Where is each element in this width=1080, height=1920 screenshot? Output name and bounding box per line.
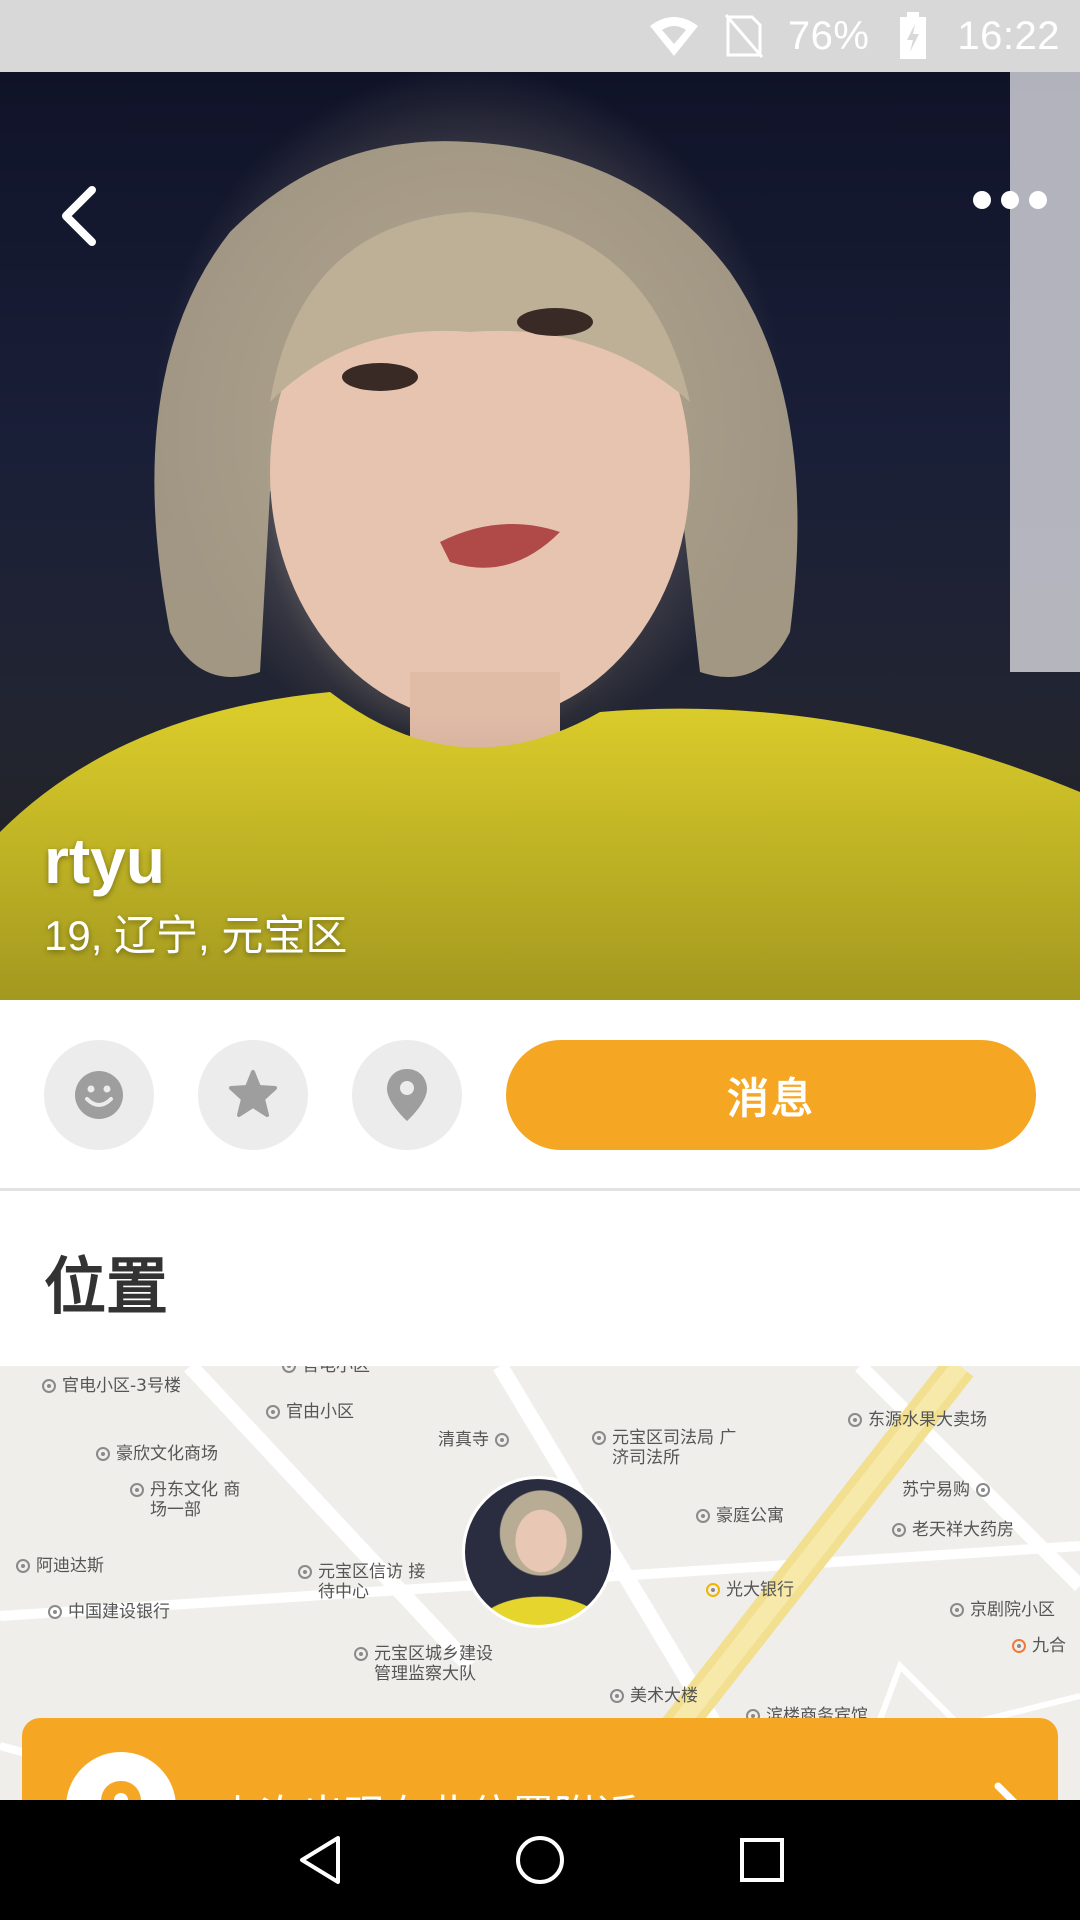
nav-home-button[interactable]: [512, 1832, 568, 1888]
avatar[interactable]: [462, 1476, 614, 1628]
map-label: 老天祥大药房: [892, 1520, 1014, 1540]
map-label: 九合: [1012, 1636, 1066, 1656]
map-label: 东源水果大卖场: [848, 1410, 987, 1430]
nav-back-icon: [300, 1836, 340, 1884]
nav-recents-button[interactable]: [734, 1832, 790, 1888]
map-label: 光大银行: [706, 1580, 794, 1600]
map-label: 元宝区城乡建设 管理监察大队: [354, 1644, 514, 1684]
status-bar: 76% 16:22: [0, 0, 1080, 72]
map-label: 元宝区司法局 广济司法所: [592, 1428, 752, 1468]
map-label: 清真寺: [438, 1430, 509, 1450]
no-sim-icon: [718, 10, 770, 62]
map-label: 官电小区-3号楼: [42, 1376, 181, 1396]
profile-name: rtyu: [44, 825, 165, 897]
profile-meta: 19, 辽宁, 元宝区: [44, 912, 348, 959]
star-icon: [229, 1070, 277, 1117]
nav-back-button[interactable]: [292, 1832, 348, 1888]
map-label: 丹东文化 商场一部: [130, 1480, 250, 1520]
map-label: 官由小区: [266, 1402, 354, 1422]
message-button[interactable]: 消息: [506, 1040, 1036, 1150]
map-label: 豪庭公寓: [696, 1506, 784, 1526]
battery-percent: 76%: [787, 13, 870, 58]
favorite-button[interactable]: [198, 1040, 308, 1150]
map-label: 元宝区信访 接待中心: [298, 1562, 428, 1602]
nav-home-icon: [516, 1836, 564, 1884]
smile-button[interactable]: [44, 1040, 154, 1150]
battery-charging-icon: [887, 10, 939, 62]
map-label: 美术大楼: [610, 1686, 698, 1706]
action-row: 消息: [0, 1000, 1080, 1188]
more-button[interactable]: [970, 180, 1050, 220]
location-pin-icon: [387, 1069, 427, 1121]
location-title: 位置: [44, 1250, 169, 1323]
nav-recents-icon: [740, 1838, 784, 1882]
navigation-bar: [0, 1800, 1080, 1920]
map-label: 苏宁易购: [902, 1480, 990, 1500]
location-button[interactable]: [352, 1040, 462, 1150]
map-label: 京剧院小区: [950, 1600, 1055, 1620]
divider: [0, 1188, 1080, 1191]
profile-photo[interactable]: rtyu 19, 辽宁, 元宝区: [0, 72, 1080, 1000]
clock: 16:22: [957, 13, 1060, 58]
map-label: 豪欣文化商场: [96, 1444, 218, 1464]
map-label: 中国建设银行: [48, 1602, 170, 1622]
wifi-icon: [648, 10, 700, 62]
map-label: 阿迪达斯: [16, 1556, 104, 1576]
chevron-left-icon: [62, 186, 96, 246]
map-label: 官电小区: [282, 1366, 370, 1376]
smile-icon: [75, 1071, 123, 1119]
more-horizontal-icon: [973, 191, 1047, 209]
back-button[interactable]: [52, 180, 108, 252]
